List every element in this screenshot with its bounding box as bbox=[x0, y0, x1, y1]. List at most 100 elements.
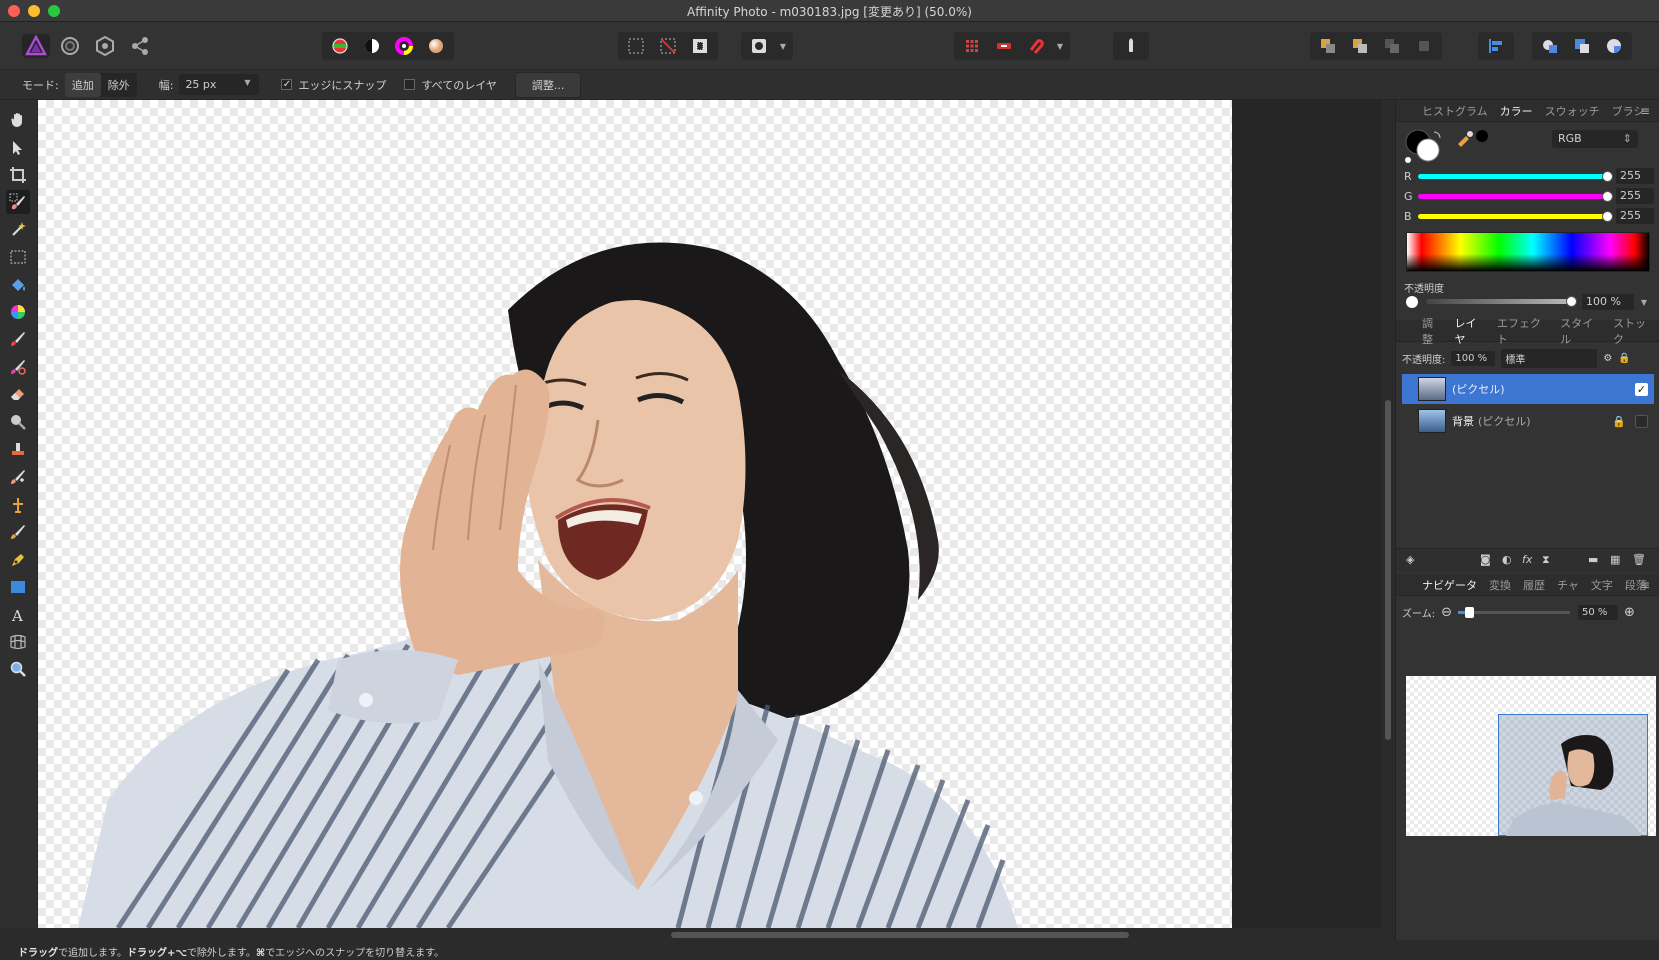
dodge-icon[interactable] bbox=[6, 410, 30, 434]
subtract-shape-icon[interactable] bbox=[1568, 34, 1596, 58]
lock-icon[interactable]: 🔒 bbox=[1618, 353, 1630, 364]
fill-stroke-swatch-icon[interactable] bbox=[1404, 128, 1444, 164]
develop-persona-icon[interactable] bbox=[91, 34, 119, 58]
lock-icon[interactable]: 🔒 bbox=[1612, 415, 1626, 428]
add-layer-icon[interactable]: ▦ bbox=[1610, 553, 1620, 566]
flood-fill-icon[interactable] bbox=[6, 273, 30, 297]
canvas-area[interactable] bbox=[37, 100, 1391, 938]
mesh-warp-icon[interactable] bbox=[6, 630, 30, 654]
chevron-down-icon[interactable]: ▼ bbox=[1638, 298, 1650, 307]
refine-button[interactable]: 調整... bbox=[514, 71, 582, 98]
tab-navigator[interactable]: ナビゲータ bbox=[1416, 577, 1483, 593]
horizontal-scrollbar[interactable] bbox=[671, 932, 1129, 938]
intersect-shape-icon[interactable] bbox=[1600, 34, 1628, 58]
quick-mask-icon[interactable] bbox=[745, 34, 773, 58]
levels-icon[interactable] bbox=[326, 34, 354, 58]
tab-transform[interactable]: 変換 bbox=[1483, 577, 1517, 593]
tab-swatches[interactable]: スウォッチ bbox=[1539, 103, 1606, 119]
move-forward-icon[interactable] bbox=[1346, 34, 1374, 58]
export-persona-icon[interactable] bbox=[126, 34, 154, 58]
all-layers-checkbox[interactable]: すべてのレイヤ bbox=[404, 77, 497, 93]
zoom-slider[interactable] bbox=[1457, 606, 1570, 618]
width-field[interactable]: 25 px ▼ bbox=[179, 74, 260, 95]
add-shape-icon[interactable] bbox=[1536, 34, 1564, 58]
move-icon[interactable] bbox=[6, 136, 30, 160]
red-value[interactable]: 255 bbox=[1616, 168, 1654, 184]
adjustment-icon[interactable]: ◐ bbox=[1502, 553, 1512, 566]
document-canvas[interactable] bbox=[38, 100, 1232, 928]
contrast-icon[interactable] bbox=[358, 34, 386, 58]
panel-menu-icon[interactable]: ≡ bbox=[1634, 104, 1656, 118]
tab-history[interactable]: 履歴 bbox=[1517, 577, 1551, 593]
move-back-icon[interactable] bbox=[1378, 34, 1406, 58]
align-icon[interactable] bbox=[1482, 34, 1510, 58]
magic-wand-icon[interactable] bbox=[6, 217, 30, 241]
red-slider[interactable] bbox=[1418, 170, 1613, 182]
layer-opacity-value[interactable]: 100 % bbox=[1451, 350, 1496, 366]
healing-icon[interactable] bbox=[6, 465, 30, 489]
perspective-icon[interactable] bbox=[6, 493, 30, 517]
send-back-icon[interactable] bbox=[1410, 34, 1438, 58]
blue-slider[interactable] bbox=[1418, 210, 1613, 222]
text-icon[interactable]: A bbox=[6, 603, 30, 627]
eraser-icon[interactable] bbox=[6, 382, 30, 406]
color-picker-icon[interactable] bbox=[6, 300, 30, 324]
chevron-down-icon[interactable]: ▼ bbox=[777, 42, 789, 51]
blue-value[interactable]: 255 bbox=[1616, 208, 1654, 224]
chevron-down-icon[interactable]: ▼ bbox=[1054, 42, 1066, 51]
smudge-icon[interactable] bbox=[6, 520, 30, 544]
deselect-icon[interactable] bbox=[654, 34, 682, 58]
tab-histogram[interactable]: ヒストグラム bbox=[1416, 103, 1494, 119]
vertical-scrollbar[interactable] bbox=[1385, 400, 1391, 740]
bring-front-icon[interactable] bbox=[1314, 34, 1342, 58]
invert-selection-icon[interactable] bbox=[686, 34, 714, 58]
zoom-slider-knob[interactable] bbox=[1465, 606, 1475, 618]
group-folder-icon[interactable]: ▬ bbox=[1588, 553, 1598, 566]
mask-icon[interactable]: ◙ bbox=[1480, 553, 1491, 566]
opacity-value[interactable]: 100 % bbox=[1582, 294, 1634, 310]
zoom-out-icon[interactable]: ⊖ bbox=[1441, 605, 1452, 620]
shape-icon[interactable] bbox=[6, 575, 30, 599]
live-filter-icon[interactable]: ⧗ bbox=[1542, 553, 1550, 567]
eyedropper-icon[interactable] bbox=[1456, 128, 1492, 148]
blend-mode-select[interactable]: 標準 bbox=[1501, 348, 1598, 368]
snapping-magnet-icon[interactable] bbox=[1022, 34, 1050, 58]
tab-styles[interactable]: スタイル bbox=[1554, 315, 1607, 347]
crop-icon[interactable] bbox=[6, 163, 30, 187]
mode-remove-button[interactable]: 除外 bbox=[101, 73, 137, 97]
color-replace-icon[interactable] bbox=[6, 355, 30, 379]
tab-effects[interactable]: エフェクト bbox=[1491, 315, 1554, 347]
mode-add-button[interactable]: 追加 bbox=[64, 72, 101, 97]
grid-icon[interactable] bbox=[958, 34, 986, 58]
color-spectrum[interactable] bbox=[1406, 232, 1650, 272]
snap-edges-checkbox[interactable]: ✓ エッジにスナップ bbox=[281, 77, 386, 93]
layer-row[interactable]: (ピクセル) ✓ bbox=[1402, 374, 1654, 404]
tab-layers[interactable]: レイヤ bbox=[1448, 315, 1490, 347]
green-slider-knob[interactable] bbox=[1602, 190, 1613, 202]
photo-persona-icon[interactable] bbox=[22, 34, 50, 58]
layer-visibility-checkbox[interactable] bbox=[1635, 414, 1648, 428]
opacity-slider[interactable] bbox=[1426, 296, 1577, 307]
white-balance-icon[interactable] bbox=[422, 34, 450, 58]
tab-adjustments[interactable]: 調整 bbox=[1416, 315, 1448, 347]
zoom-in-icon[interactable]: ⊕ bbox=[1624, 605, 1635, 620]
tab-channels[interactable]: チャ bbox=[1551, 577, 1585, 593]
paint-brush-icon[interactable] bbox=[6, 327, 30, 351]
info-icon[interactable] bbox=[1117, 34, 1145, 58]
green-value[interactable]: 255 bbox=[1616, 188, 1654, 204]
fx-icon[interactable]: fx bbox=[1522, 553, 1532, 566]
layer-row[interactable]: 背景 (ピクセル) 🔒 bbox=[1402, 406, 1654, 436]
navigator-preview[interactable] bbox=[1406, 676, 1656, 836]
gear-icon[interactable]: ⚙ bbox=[1603, 353, 1612, 364]
pen-icon[interactable] bbox=[6, 548, 30, 572]
select-all-icon[interactable] bbox=[622, 34, 650, 58]
trash-icon[interactable]: 🗑 bbox=[1632, 553, 1646, 566]
opacity-slider-knob[interactable] bbox=[1566, 296, 1577, 307]
hsl-icon[interactable] bbox=[390, 34, 418, 58]
zoom-value[interactable]: 50 % bbox=[1577, 604, 1618, 620]
red-slider-knob[interactable] bbox=[1602, 170, 1613, 182]
tab-color[interactable]: カラー bbox=[1494, 103, 1539, 119]
blue-slider-knob[interactable] bbox=[1602, 210, 1613, 222]
hand-icon[interactable] bbox=[6, 108, 30, 132]
green-slider[interactable] bbox=[1418, 190, 1613, 202]
